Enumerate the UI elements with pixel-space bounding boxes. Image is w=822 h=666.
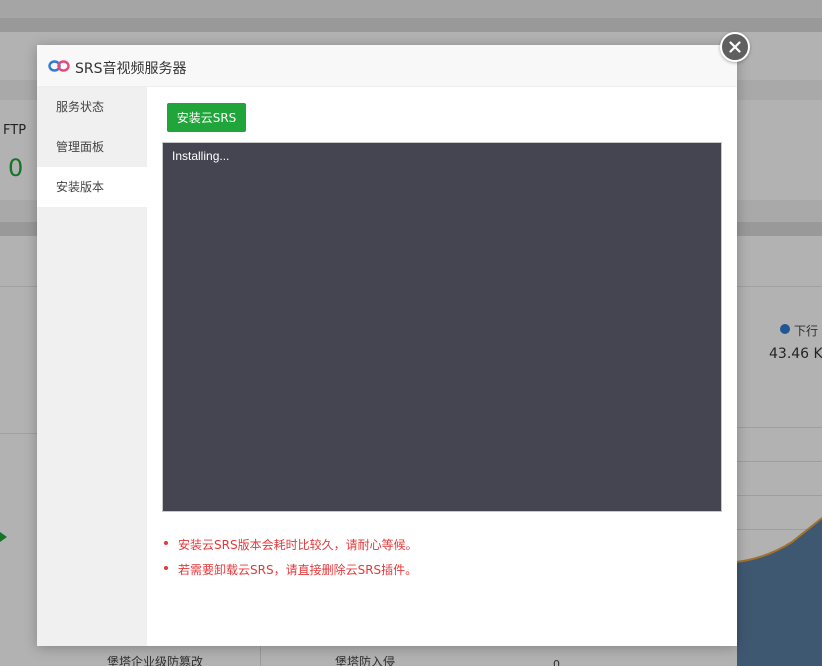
- sidebar-item-install-version[interactable]: 安装版本: [37, 167, 147, 207]
- srs-plugin-dialog: SRS音视频服务器 服务状态 管理面板 安装版本 安装云SRS Installi…: [37, 45, 737, 646]
- srs-logo-icon: [48, 60, 70, 72]
- install-notes: 安装云SRS版本会耗时比较久，请耐心等候。 若需要卸载云SRS，请直接删除云SR…: [164, 536, 418, 586]
- dialog-sidebar: 服务状态 管理面板 安装版本: [37, 87, 147, 646]
- dialog-header: SRS音视频服务器: [37, 45, 737, 87]
- install-log-terminal[interactable]: Installing...: [162, 142, 722, 512]
- install-content: 安装云SRS Installing... 安装云SRS版本会耗时比较久，请耐心等…: [147, 87, 737, 646]
- dialog-title: SRS音视频服务器: [75, 61, 187, 77]
- close-dialog-button[interactable]: [720, 32, 750, 62]
- install-cloud-srs-button[interactable]: 安装云SRS: [167, 103, 246, 132]
- close-icon: [729, 41, 741, 53]
- sidebar-item-service-status[interactable]: 服务状态: [37, 87, 147, 127]
- note-item: 安装云SRS版本会耗时比较久，请耐心等候。: [164, 536, 418, 561]
- note-item: 若需要卸载云SRS，请直接删除云SRS插件。: [164, 561, 418, 586]
- sidebar-item-admin-panel[interactable]: 管理面板: [37, 127, 147, 167]
- terminal-output: Installing...: [172, 149, 230, 163]
